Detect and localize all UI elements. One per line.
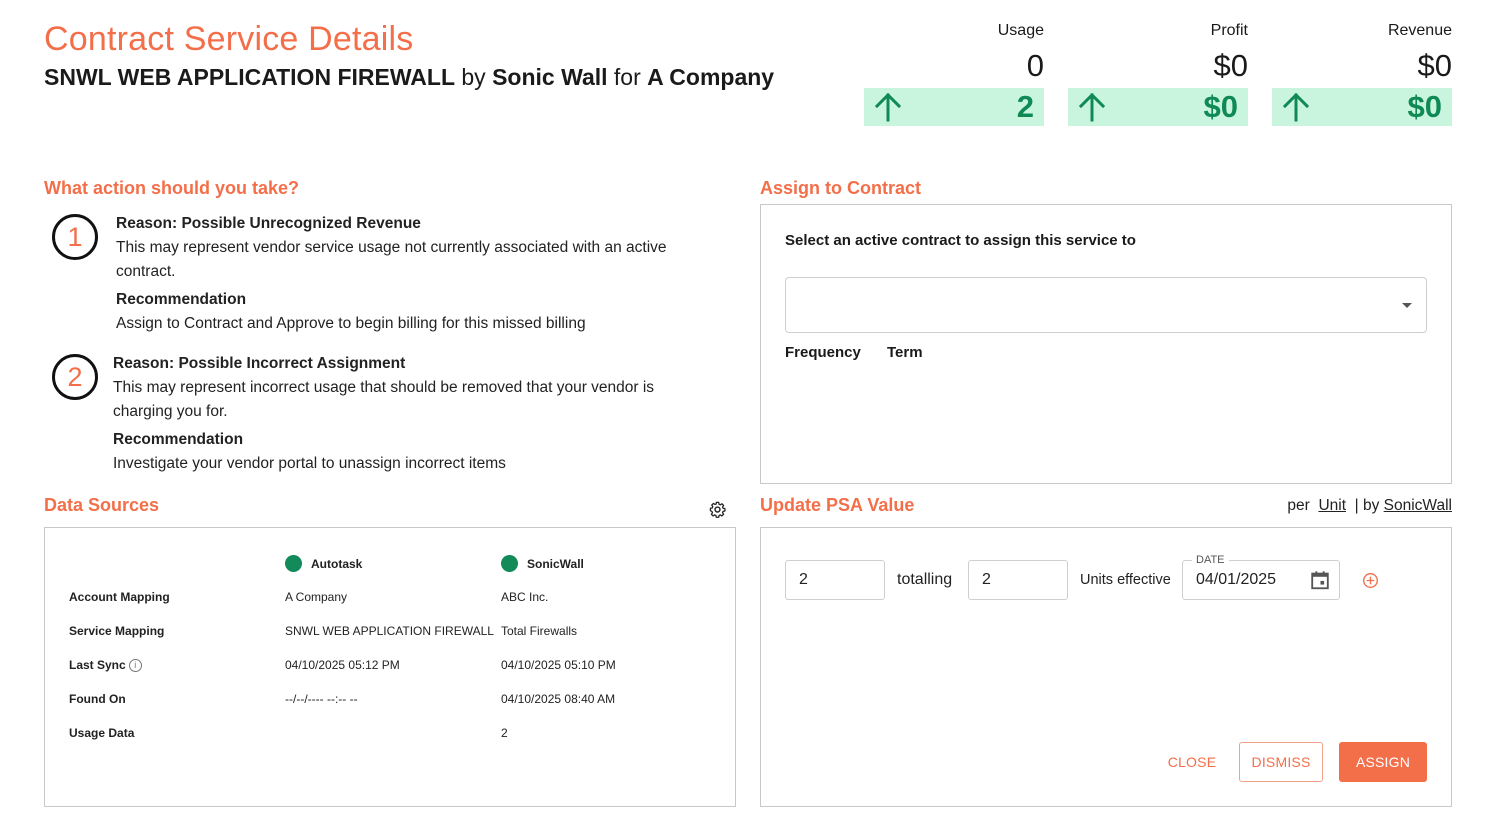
table-row: Account Mapping A Company ABC Inc. (69, 587, 719, 607)
metric-label: Revenue (1387, 22, 1452, 39)
actions-heading: What action should you take? (44, 178, 300, 198)
metric-delta: $0 (1272, 88, 1452, 126)
company-name: A Company (647, 64, 775, 90)
frequency-label: Frequency (785, 344, 861, 361)
row-label: Usage Data (69, 726, 135, 740)
dismiss-button[interactable]: DISMISS (1239, 742, 1323, 782)
by-word: by (461, 64, 486, 90)
source-autotask: Autotask (285, 553, 362, 574)
reason-number-badge: 1 (52, 214, 98, 260)
metric-label: Usage (997, 22, 1044, 39)
status-dot (285, 555, 302, 573)
arrow-up-icon (1078, 92, 1106, 122)
arrow-up-icon (874, 92, 902, 122)
reason-description: This may represent vendor service usage … (116, 239, 667, 280)
recommendation-label: Recommendation (116, 291, 247, 308)
metric-usage: Usage 0 2 (864, 22, 1044, 126)
metric-delta-value: 2 (1016, 89, 1034, 124)
arrow-up-icon (1282, 92, 1310, 122)
reason-description: This may represent incorrect usage that … (113, 379, 655, 420)
units-effective-label: Units effective (1080, 572, 1171, 588)
reason-number-badge: 2 (52, 354, 98, 400)
page-title: Contract Service Details (44, 20, 414, 58)
assign-button[interactable]: ASSIGN (1339, 742, 1427, 782)
table-row: Found On --/--/---- --:-- -- 04/10/2025 … (69, 689, 719, 709)
psa-panel: 2 totalling 2 Units effective DATE 04/01… (760, 527, 1452, 807)
info-icon[interactable]: i (128, 659, 142, 673)
autotask-value: SNWL WEB APPLICATION FIREWALL (285, 624, 494, 638)
close-button[interactable]: CLOSE (1157, 742, 1227, 782)
table-row: Service Mapping SNWL WEB APPLICATION FIR… (69, 621, 719, 641)
metric-delta: 2 (864, 88, 1044, 126)
by-word: | by (1354, 497, 1380, 514)
metric-revenue: Revenue $0 $0 (1272, 22, 1452, 126)
data-sources-panel: Autotask SonicWall Account Mapping A Com… (44, 527, 736, 807)
reason-title: Reason: Possible Incorrect Assignment (113, 355, 406, 372)
gear-icon[interactable] (709, 501, 726, 518)
autotask-value: --/--/---- --:-- -- (285, 692, 358, 706)
source-name: SonicWall (527, 556, 584, 571)
for-word: for (613, 64, 641, 90)
metric-label: Profit (1210, 22, 1248, 39)
recommendation-text: Assign to Contract and Approve to begin … (116, 315, 586, 332)
psa-unit-links: per Unit | by SonicWall (1287, 497, 1452, 515)
per-word: per (1287, 497, 1310, 514)
unit-link[interactable]: Unit (1318, 497, 1346, 514)
sonicwall-value: Total Firewalls (501, 624, 578, 638)
date-value: 04/01/2025 (1196, 571, 1277, 588)
data-sources-heading: Data Sources (44, 495, 160, 515)
assign-panel: Select an active contract to assign this… (760, 204, 1452, 484)
contract-select[interactable] (785, 277, 1427, 333)
row-label: Found On (69, 692, 126, 706)
metric-value: $0 (1213, 48, 1248, 83)
row-label-wrap: Last Sync i (69, 655, 142, 675)
metric-delta-value: $0 (1407, 89, 1442, 124)
reason-title: Reason: Possible Unrecognized Revenue (116, 215, 421, 232)
metric-delta: $0 (1068, 88, 1248, 126)
sonicwall-value: 04/10/2025 08:40 AM (501, 692, 616, 706)
term-label: Term (887, 344, 923, 361)
reason-1: Reason: Possible Unrecognized Revenue Th… (116, 212, 716, 336)
autotask-value: A Company (285, 590, 348, 604)
row-label: Service Mapping (69, 624, 165, 638)
chevron-down-icon (1402, 303, 1412, 308)
table-row: Last Sync i 04/10/2025 05:12 PM 04/10/202… (69, 655, 719, 675)
metric-value: $0 (1417, 48, 1452, 83)
sonicwall-value: ABC Inc. (501, 590, 549, 604)
assign-heading: Assign to Contract (760, 178, 922, 198)
autotask-value: 04/10/2025 05:12 PM (285, 658, 400, 672)
total-input[interactable]: 2 (968, 560, 1068, 600)
table-row: Usage Data 2 (69, 723, 719, 743)
row-label: Account Mapping (69, 590, 170, 604)
status-dot (501, 555, 518, 573)
add-circle-icon[interactable] (1362, 572, 1379, 589)
row-label: Last Sync (69, 658, 126, 672)
sonicwall-value: 2 (501, 726, 508, 740)
source-name: Autotask (311, 556, 363, 571)
reason-2: Reason: Possible Incorrect Assignment Th… (113, 352, 713, 476)
totalling-label: totalling (897, 571, 953, 588)
date-field[interactable]: DATE 04/01/2025 (1182, 553, 1340, 600)
calendar-icon[interactable] (1309, 569, 1331, 591)
sonicwall-value: 04/10/2025 05:10 PM (501, 658, 616, 672)
source-sonicwall: SonicWall (501, 553, 584, 574)
quantity-input[interactable]: 2 (785, 560, 885, 600)
vendor-link[interactable]: SonicWall (1384, 497, 1452, 514)
psa-heading: Update PSA Value (760, 495, 915, 515)
recommendation-label: Recommendation (113, 431, 244, 448)
assign-instruction: Select an active contract to assign this… (785, 232, 1136, 249)
data-sources-header-row: Autotask SonicWall (69, 553, 719, 573)
vendor-name: Sonic Wall (492, 64, 608, 90)
metric-delta-value: $0 (1203, 89, 1238, 124)
metric-profit: Profit $0 $0 (1068, 22, 1248, 126)
service-subtitle: SNWL WEB APPLICATION FIREWALL by Sonic W… (44, 64, 774, 91)
recommendation-text: Investigate your vendor portal to unassi… (113, 455, 506, 472)
metric-value: 0 (1026, 48, 1044, 83)
service-name: SNWL WEB APPLICATION FIREWALL (44, 64, 455, 90)
